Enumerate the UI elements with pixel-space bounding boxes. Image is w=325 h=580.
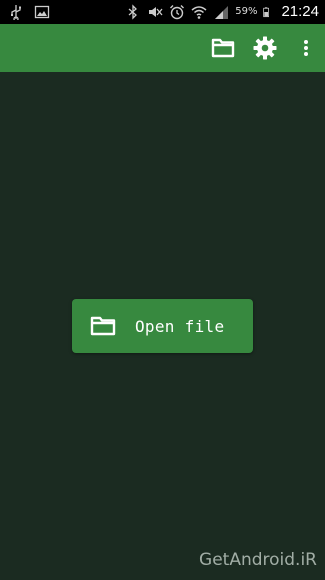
battery-percent: 59%	[235, 6, 258, 17]
folder-icon	[211, 38, 235, 58]
wifi-icon	[191, 5, 207, 19]
settings-button[interactable]	[243, 24, 287, 72]
watermark-text: GetAndroid.iR	[199, 550, 317, 570]
image-icon	[34, 5, 50, 19]
app-bar-actions	[203, 24, 325, 72]
folder-icon	[90, 316, 116, 336]
usb-icon	[11, 5, 21, 20]
more-vertical-icon	[304, 40, 308, 56]
battery-icon	[263, 6, 270, 17]
open-folder-button[interactable]	[203, 24, 243, 72]
signal-icon	[215, 5, 229, 19]
clock-time: 21:24	[281, 3, 319, 20]
status-bar-right: 59% 21:24	[125, 3, 319, 20]
mute-icon	[149, 6, 163, 17]
status-bar-left	[8, 4, 50, 20]
overflow-menu-button[interactable]	[287, 24, 325, 72]
open-file-button[interactable]: Open file	[72, 299, 253, 353]
alarm-icon	[170, 4, 185, 19]
app-bar	[0, 24, 325, 72]
settings-gear-icon	[253, 36, 277, 60]
bluetooth-icon	[128, 3, 138, 20]
open-file-label: Open file	[135, 316, 225, 336]
main-content: Open file GetAndroid.iR	[0, 72, 325, 580]
status-bar: 59% 21:24	[0, 0, 325, 24]
